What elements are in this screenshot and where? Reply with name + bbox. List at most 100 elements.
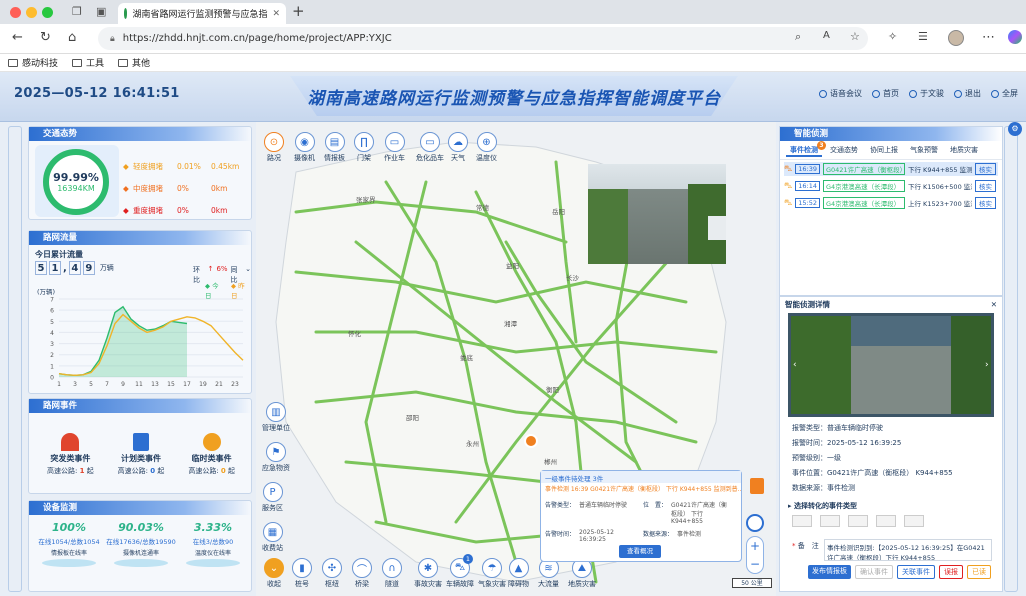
verify-button[interactable]: 核实: [974, 180, 996, 192]
tool-road-condition[interactable]: ⊙ 路况: [264, 132, 284, 163]
tool-heavy-traffic[interactable]: ≋ 大流量: [538, 558, 559, 589]
publish-board-button[interactable]: 发布情报板: [808, 565, 851, 579]
verify-button[interactable]: 核实: [974, 197, 996, 209]
tool-hazmat-vehicle[interactable]: ▭ 危化品车: [416, 132, 444, 163]
back-icon[interactable]: ←: [12, 30, 23, 45]
detail-row: 数据来源：事件检测: [792, 484, 855, 492]
prev-image-icon[interactable]: ‹: [793, 360, 797, 370]
map-city-label: 湘潭: [504, 320, 517, 328]
next-image-icon[interactable]: ›: [985, 360, 989, 370]
extensions-icon[interactable]: ✧: [888, 30, 897, 43]
new-tab-icon[interactable]: +: [292, 2, 305, 20]
read-aloud-icon[interactable]: A: [823, 30, 830, 41]
home-icon[interactable]: ⌂: [68, 30, 76, 45]
sidebar-icon[interactable]: ▣: [96, 5, 106, 18]
tool-obstacle[interactable]: ▲ 障碍物: [508, 558, 529, 589]
tool-hub[interactable]: ✣ 枢纽: [322, 558, 342, 589]
home-link[interactable]: 首页: [872, 88, 899, 99]
close-icon[interactable]: ✕: [991, 300, 997, 309]
view-overview-button[interactable]: 查看概况: [619, 545, 661, 558]
tool-thermometer[interactable]: ⊕ 温度仪: [476, 132, 497, 163]
tool-weather[interactable]: ☁ 天气: [448, 132, 468, 163]
congestion-row: ◆ 轻度拥堵 0.01% 0.45km: [123, 161, 240, 171]
convert-option-icon[interactable]: [848, 515, 868, 527]
tool-toll-station[interactable]: ▦ 收费站: [262, 522, 283, 553]
event-card-temporary[interactable]: 临时类事件 高速公路: 0 起: [176, 417, 247, 491]
list-item[interactable]: ⛍ 15:52 G4京港澳高速（长潭段） 上行 K1523+700 监测到...…: [784, 196, 998, 210]
verify-button[interactable]: 核实: [974, 163, 996, 175]
reload-icon[interactable]: ↻: [40, 30, 51, 45]
list-item[interactable]: ⛍ 16:14 G4京港澳高速（长潭段） 下行 K1506+500 监测到...…: [784, 179, 998, 193]
tab-collab-report[interactable]: 协同上报: [866, 145, 902, 157]
bookmark-folder[interactable]: 工具: [72, 56, 104, 69]
zoom-in-icon[interactable]: +: [750, 539, 760, 553]
maximize-window-icon[interactable]: [42, 7, 53, 18]
tool-accident[interactable]: ✱ 事故灾害: [414, 558, 442, 589]
url-field[interactable]: 🔒︎ https://zhdd.hnjt.com.cn/page/home/pr…: [98, 27, 868, 50]
bookmark-folder[interactable]: 其他: [118, 56, 150, 69]
tool-bridge[interactable]: ⌒ 桥梁: [352, 558, 372, 589]
tool-info-board[interactable]: ▤ 情报板: [324, 132, 345, 163]
event-card-sudden[interactable]: 突发类事件 高速公路: 1 起: [35, 417, 106, 491]
close-window-icon[interactable]: [10, 7, 21, 18]
tool-stake[interactable]: ▮ 桩号: [292, 558, 312, 589]
bookmark-folder[interactable]: 感动科技: [8, 56, 58, 69]
favorites-icon[interactable]: ☰: [918, 30, 928, 43]
fullscreen-link[interactable]: 全屏: [991, 88, 1018, 99]
map-city-label: 娄底: [460, 354, 473, 362]
tab-weather-alert[interactable]: 气象预警: [906, 145, 942, 157]
tab-geological[interactable]: 地质灾害: [946, 145, 982, 157]
convert-option-icon[interactable]: [876, 515, 896, 527]
tool-tunnel[interactable]: ∩ 隧道: [382, 558, 402, 589]
tool-work-vehicle[interactable]: ▭ 作业车: [384, 132, 405, 163]
devices-panel: 设备监测 100% 在线1054/总数1054 情报板在线率 90.03% 在线…: [28, 500, 252, 592]
copilot-icon[interactable]: [1008, 30, 1022, 44]
tool-gantry[interactable]: ∏ 门架: [354, 132, 374, 163]
note-textarea[interactable]: 事件检测识别到:【2025-05-12 16:39:25】在G0421许广高速（…: [824, 539, 992, 561]
tool-camera[interactable]: ◉ 摄像机: [294, 132, 315, 163]
user-icon: [909, 89, 917, 98]
event-marker-icon[interactable]: [524, 434, 538, 448]
convert-option-icon[interactable]: [820, 515, 840, 527]
address-bar-row: ← ↻ ⌂ 🔒︎ https://zhdd.hnjt.com.cn/page/h…: [0, 24, 1026, 54]
tool-geological-disaster[interactable]: ⛰ 地质灾害: [568, 558, 596, 589]
camera-video[interactable]: [588, 164, 726, 264]
event-card-planned[interactable]: 计划类事件 高速公路: 0 起: [106, 417, 177, 491]
tab-traffic[interactable]: 交通态势: [826, 145, 862, 157]
zoom-out-icon[interactable]: −: [750, 557, 760, 571]
link-event-button[interactable]: 关联事件: [897, 565, 935, 579]
tab-groups-icon[interactable]: ❐: [72, 5, 82, 18]
vehicle-icon: ⛍: [784, 198, 793, 207]
zoom-icon[interactable]: ⌕: [795, 30, 801, 44]
browser-tab-active[interactable]: 湖南省路网运行监测预警与应急指 ✕: [118, 3, 286, 24]
voice-meeting-link[interactable]: 语音会议: [819, 88, 862, 99]
tab-event-detection[interactable]: 事件检测 3: [786, 141, 826, 157]
road-network-map[interactable]: 张家界 常德 益阳 岳阳 长沙 湘潭 娄底 邵阳 衡阳 怀化 永州 郴州 ⊙ 路况…: [256, 122, 776, 596]
tool-collapse[interactable]: ⌄ 收起: [264, 558, 284, 589]
more-menu-icon[interactable]: ⋯: [982, 30, 995, 45]
tool-management-unit[interactable]: ▥ 管理单位: [262, 402, 290, 433]
convert-option-icon[interactable]: [792, 515, 812, 527]
flow-unit: 万辆: [99, 264, 114, 272]
profile-avatar[interactable]: [948, 30, 964, 46]
locate-icon[interactable]: [746, 514, 764, 532]
settings-gear-icon[interactable]: ⚙: [1008, 122, 1022, 136]
tool-service-area[interactable]: P 服务区: [262, 482, 283, 513]
favorite-star-icon[interactable]: ☆: [850, 30, 860, 43]
tool-weather-disaster[interactable]: ☂ 气象灾害: [478, 558, 506, 589]
list-item[interactable]: ⛍ 16:39 G0421许广高速（衡枢段） 下行 K944+855 监测到普.…: [784, 162, 998, 176]
layer-panel-icon[interactable]: [750, 478, 764, 494]
false-alarm-button[interactable]: 误报: [939, 565, 963, 579]
close-tab-icon[interactable]: ✕: [272, 9, 280, 19]
folder-icon: [118, 58, 129, 67]
tool-emergency-supplies[interactable]: ⚑ 应急物资: [262, 442, 290, 473]
minimize-window-icon[interactable]: [26, 7, 37, 18]
diamond-icon: ◆: [123, 161, 129, 171]
logout-link[interactable]: 退出: [954, 88, 981, 99]
user-link[interactable]: 于文骏: [909, 88, 944, 99]
map-city-label: 岳阳: [552, 208, 565, 216]
mark-read-button[interactable]: 已读: [967, 565, 991, 579]
convert-option-icon[interactable]: [904, 515, 924, 527]
confirm-event-button[interactable]: 确认事件: [855, 565, 893, 579]
popup-row: 告警类型： 普通车辆临时停驶 位 置： G0421许广高速（衡枢段） 下行 K944…: [545, 502, 727, 525]
